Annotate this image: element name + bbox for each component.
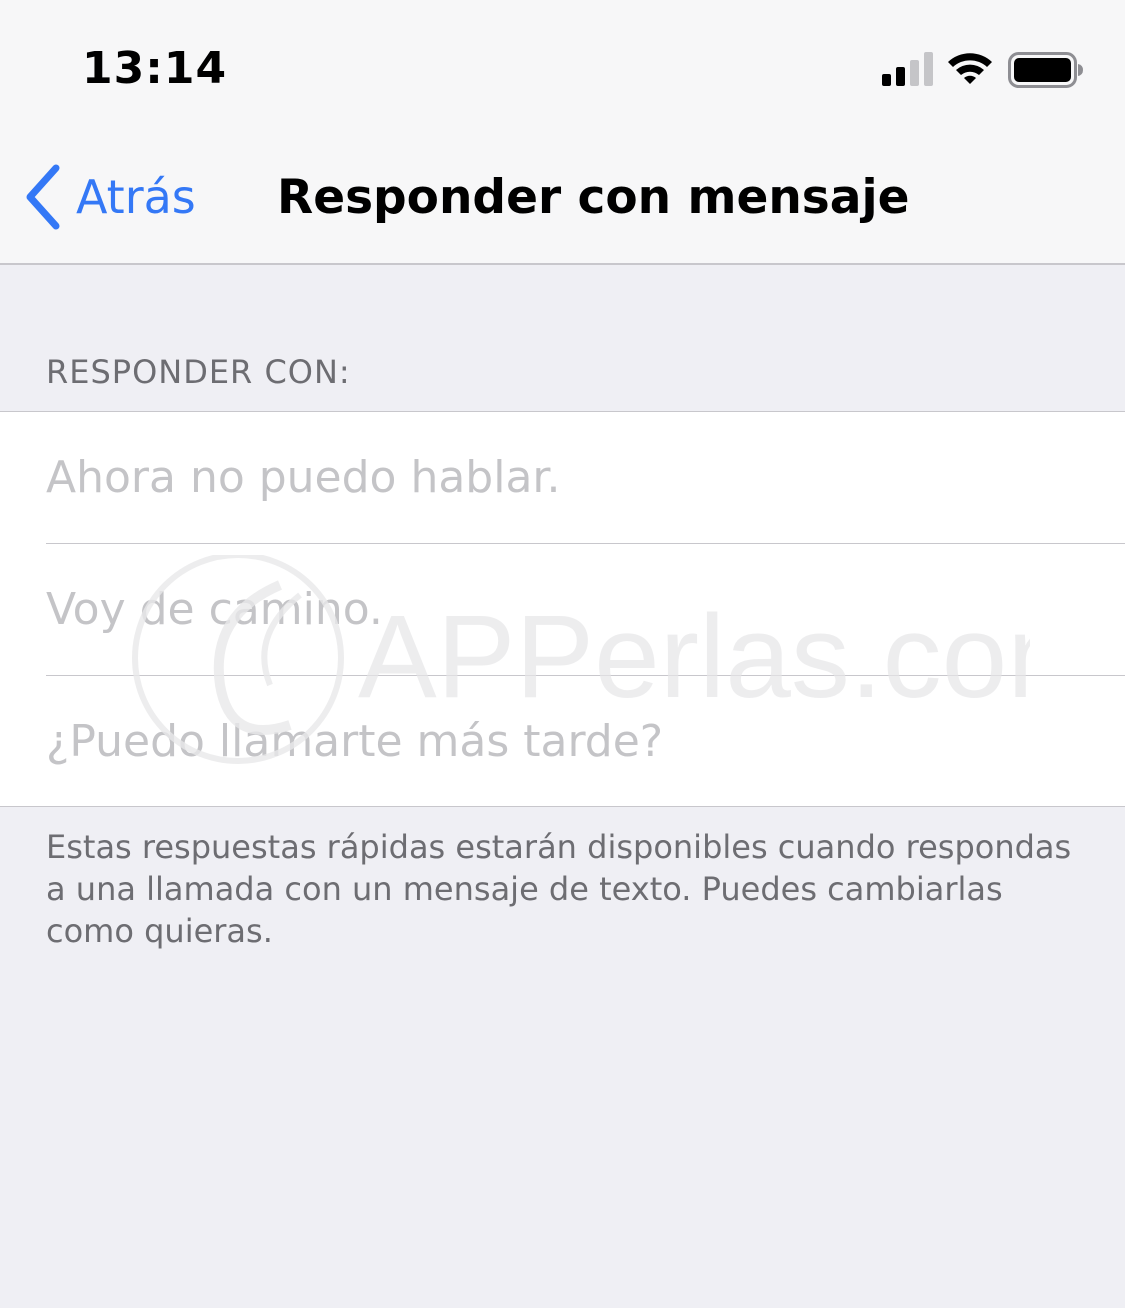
- page-title: Responder con mensaje: [277, 170, 910, 225]
- screen: 13:14 Atrás Responder con mensaje RESPON…: [0, 0, 1125, 1308]
- battery-icon: [1008, 52, 1083, 88]
- navigation-bar: Atrás Responder con mensaje: [0, 132, 1125, 265]
- response-field-3-placeholder: ¿Puedo llamarte más tarde?: [46, 716, 664, 767]
- wifi-icon: [948, 53, 992, 84]
- section-footer: Estas respuestas rápidas estarán disponi…: [46, 828, 1072, 950]
- signal-icon: [882, 52, 933, 86]
- response-field-2[interactable]: Voy de camino.: [0, 544, 1125, 676]
- response-field-3[interactable]: ¿Puedo llamarte más tarde?: [0, 676, 1125, 808]
- response-field-1-placeholder: Ahora no puedo hablar.: [46, 452, 561, 503]
- status-bar: 13:14: [0, 0, 1125, 132]
- section-header: RESPONDER CON:: [46, 353, 351, 391]
- chevron-left-icon: [26, 164, 60, 230]
- response-field-1[interactable]: Ahora no puedo hablar.: [0, 412, 1125, 544]
- quick-responses-list: Ahora no puedo hablar. Voy de camino. ¿P…: [0, 411, 1125, 807]
- response-field-2-placeholder: Voy de camino.: [46, 584, 383, 635]
- back-button[interactable]: Atrás: [22, 162, 196, 232]
- status-time: 13:14: [82, 43, 228, 94]
- back-label: Atrás: [76, 170, 196, 224]
